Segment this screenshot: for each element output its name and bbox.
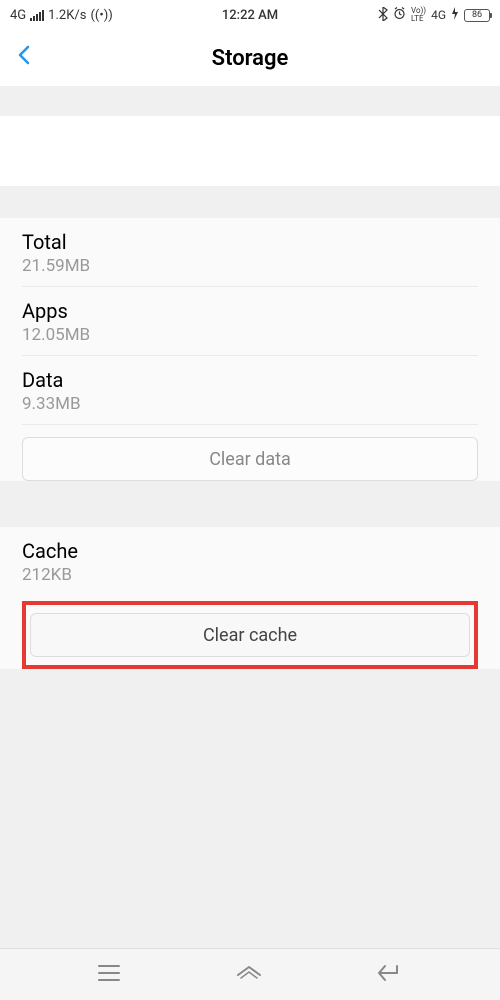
status-right: Vo))LTE 4G 86: [378, 7, 490, 24]
status-time: 12:22 AM: [222, 8, 278, 23]
app-header: Storage: [0, 30, 500, 86]
home-button[interactable]: [235, 963, 263, 987]
bluetooth-icon: [378, 7, 388, 24]
data-label: Data: [22, 368, 478, 392]
page-title: Storage: [212, 46, 289, 71]
spacer: [0, 495, 500, 527]
clear-cache-button[interactable]: Clear cache: [30, 613, 470, 657]
total-label: Total: [22, 230, 478, 254]
volte-icon: Vo))LTE: [411, 7, 426, 23]
alarm-icon: [393, 7, 406, 23]
network-2: 4G: [431, 8, 446, 22]
status-left: 4G 1.2K/s ((•)): [10, 8, 113, 23]
signal-icon: [30, 9, 44, 21]
apps-value: 12.05MB: [22, 325, 478, 345]
cache-value: 212KB: [22, 565, 478, 585]
total-value: 21.59MB: [22, 256, 478, 276]
back-nav-button[interactable]: [377, 964, 403, 986]
wifi-hotspot-icon: ((•)): [90, 8, 112, 23]
highlight-annotation: Clear cache: [22, 601, 478, 669]
status-bar: 4G 1.2K/s ((•)) 12:22 AM Vo))LTE 4G 86: [0, 0, 500, 30]
back-button[interactable]: [16, 43, 32, 73]
storage-section: Total 21.59MB Apps 12.05MB Data 9.33MB C…: [0, 218, 500, 481]
navigation-bar: [0, 948, 500, 1000]
spacer: [0, 186, 500, 218]
spacer: [0, 86, 500, 116]
apps-row: Apps 12.05MB: [22, 287, 478, 356]
network-type: 4G: [10, 8, 26, 23]
cache-row: Cache 212KB: [22, 527, 478, 595]
total-row: Total 21.59MB: [22, 218, 478, 287]
app-info-block: [0, 116, 500, 186]
data-speed: 1.2K/s: [48, 8, 86, 23]
clear-data-button[interactable]: Clear data: [22, 437, 478, 481]
recent-apps-button[interactable]: [97, 964, 121, 986]
data-value: 9.33MB: [22, 394, 478, 414]
data-row: Data 9.33MB: [22, 356, 478, 425]
charging-icon: [451, 7, 459, 23]
cache-label: Cache: [22, 539, 478, 563]
battery-icon: 86: [464, 9, 490, 22]
apps-label: Apps: [22, 299, 478, 323]
cache-section: Cache 212KB Clear cache: [0, 527, 500, 669]
